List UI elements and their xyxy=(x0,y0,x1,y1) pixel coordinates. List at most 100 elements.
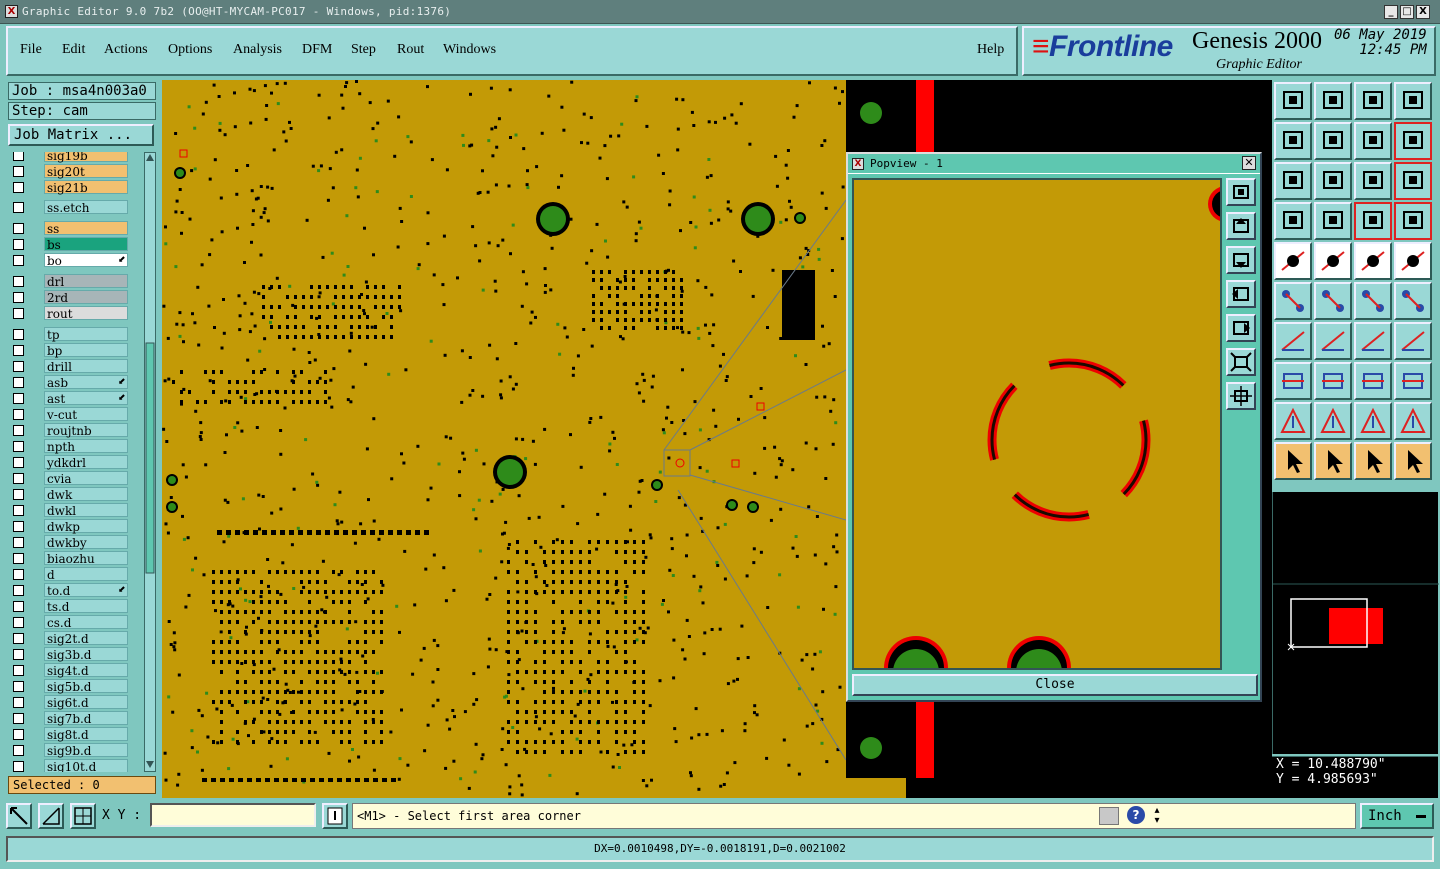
layer-row[interactable]: cs.d xyxy=(8,615,144,630)
layer-checkbox[interactable] xyxy=(13,152,24,161)
layer-checkbox[interactable] xyxy=(13,457,24,468)
layer-name[interactable]: bo xyxy=(44,253,128,268)
layer-checkbox[interactable] xyxy=(13,473,24,484)
grid-icon[interactable] xyxy=(70,803,96,829)
layer-row[interactable]: ydkdrl xyxy=(8,455,144,470)
pan-right-icon[interactable] xyxy=(1314,122,1352,160)
pop-pan-right-icon[interactable] xyxy=(1226,314,1256,342)
edit-node-icon[interactable] xyxy=(1394,282,1432,320)
menu-windows[interactable]: Windows xyxy=(443,42,496,58)
delete-icon[interactable] xyxy=(1314,282,1352,320)
layer-checkbox[interactable] xyxy=(13,537,24,548)
layer-row[interactable]: dwk xyxy=(8,487,144,502)
popview-close-x[interactable]: ✕ xyxy=(1242,156,1256,170)
layer-checkbox[interactable] xyxy=(13,745,24,756)
ruler-icon[interactable] xyxy=(1354,242,1392,280)
layer-row[interactable]: tp xyxy=(8,327,144,342)
connect-icon[interactable] xyxy=(1354,202,1392,240)
layer-name[interactable]: cvia xyxy=(44,471,128,486)
layer-name[interactable]: 2rd xyxy=(44,290,128,305)
select-polygon-icon[interactable] xyxy=(1394,442,1432,480)
pan-left-icon[interactable] xyxy=(1274,122,1312,160)
layer-checkbox[interactable] xyxy=(13,409,24,420)
layer-row[interactable]: ss xyxy=(8,221,144,236)
layer-row[interactable]: sig5b.d xyxy=(8,679,144,694)
add-shape-icon[interactable] xyxy=(1314,242,1352,280)
menu-options[interactable]: Options xyxy=(168,42,212,58)
layer-checkbox[interactable] xyxy=(13,345,24,356)
arc-icon[interactable] xyxy=(1354,322,1392,360)
layer-row[interactable]: sig3b.d xyxy=(8,647,144,662)
layer-row[interactable]: ast ⬋ xyxy=(8,391,144,406)
snap-pad-icon[interactable] xyxy=(1314,202,1352,240)
line-angle-icon[interactable] xyxy=(1274,322,1312,360)
layer-name[interactable]: bp xyxy=(44,343,128,358)
layer-row[interactable]: sig20t xyxy=(8,164,144,179)
layer-checkbox[interactable] xyxy=(13,729,24,740)
net-icon[interactable] xyxy=(1274,282,1312,320)
layer-name[interactable]: sig20t xyxy=(44,164,128,179)
layer-name[interactable]: dwkp xyxy=(44,519,128,534)
layer-checkbox[interactable] xyxy=(13,441,24,452)
pop-zoom-up-icon[interactable] xyxy=(1226,212,1256,240)
layer-row[interactable]: bo ⬋ xyxy=(8,253,144,268)
layer-row[interactable]: to.d ⬋ xyxy=(8,583,144,598)
layer-row[interactable]: bs xyxy=(8,237,144,252)
layer-checkbox[interactable] xyxy=(13,393,24,404)
layer-checkbox[interactable] xyxy=(13,617,24,628)
layer-name[interactable]: bs xyxy=(44,237,128,252)
pop-zoom-out-icon[interactable] xyxy=(1226,348,1256,376)
layer-name[interactable]: ast xyxy=(44,391,128,406)
triangle-add-icon[interactable] xyxy=(1274,402,1312,440)
menu-file[interactable]: File xyxy=(20,42,42,58)
layer-name[interactable]: to.d xyxy=(44,583,128,598)
zoom-fit-icon[interactable] xyxy=(1354,82,1392,120)
layer-row[interactable]: sig8t.d xyxy=(8,727,144,742)
maximize-button[interactable]: □ xyxy=(1400,5,1414,19)
layer-checkbox[interactable] xyxy=(13,223,24,234)
graphics-canvas[interactable] xyxy=(162,80,846,798)
layer-checkbox[interactable] xyxy=(13,361,24,372)
layer-name[interactable]: sig3b.d xyxy=(44,647,128,662)
zoom-in-icon[interactable] xyxy=(1314,162,1352,200)
zoom-home-icon[interactable] xyxy=(1274,82,1312,120)
layer-checkbox[interactable] xyxy=(13,377,24,388)
layer-name[interactable]: drl xyxy=(44,274,128,289)
add-circle-icon[interactable] xyxy=(1394,242,1432,280)
layer-row[interactable]: roujtnb xyxy=(8,423,144,438)
menu-rout[interactable]: Rout xyxy=(397,42,424,58)
layer-row[interactable]: sig7b.d xyxy=(8,711,144,726)
layer-name[interactable]: ts.d xyxy=(44,599,128,614)
layer-checkbox[interactable] xyxy=(13,276,24,287)
select-net-icon[interactable] xyxy=(1314,442,1352,480)
copy-icon[interactable] xyxy=(1274,362,1312,400)
layer-checkbox[interactable] xyxy=(13,308,24,319)
layer-row[interactable]: rout xyxy=(8,306,144,321)
layer-checkbox[interactable] xyxy=(13,553,24,564)
close-window-button[interactable]: X xyxy=(1416,5,1430,19)
layer-checkbox[interactable] xyxy=(13,489,24,500)
layer-row[interactable]: ss.etch xyxy=(8,200,144,215)
layer-checkbox[interactable] xyxy=(13,697,24,708)
layer-name[interactable]: rout xyxy=(44,306,128,321)
layer-name[interactable]: sig4t.d xyxy=(44,663,128,678)
menu-edit[interactable]: Edit xyxy=(62,42,85,58)
layer-checkbox[interactable] xyxy=(13,182,24,193)
layer-checkbox[interactable] xyxy=(13,202,24,213)
help-question-icon[interactable]: ? xyxy=(1127,806,1145,824)
layer-name[interactable]: dwkl xyxy=(44,503,128,518)
layer-name[interactable]: sig21b xyxy=(44,180,128,195)
layer-checkbox[interactable] xyxy=(13,649,24,660)
layer-checkbox[interactable] xyxy=(13,633,24,644)
menu-dfm[interactable]: DFM xyxy=(302,42,332,58)
title-bar[interactable]: X Graphic Editor 9.0 7b2 (OO@HT-MYCAM-PC… xyxy=(0,0,1440,24)
layer-row[interactable]: drill xyxy=(8,359,144,374)
layer-row[interactable]: cvia xyxy=(8,471,144,486)
layer-row[interactable]: drl xyxy=(8,274,144,289)
layer-name[interactable]: ss xyxy=(44,221,128,236)
cut-line-icon[interactable] xyxy=(1314,362,1352,400)
layer-checkbox[interactable] xyxy=(13,329,24,340)
layer-checkbox[interactable] xyxy=(13,239,24,250)
popview-close-button[interactable]: Close xyxy=(852,674,1258,696)
pop-zoom-down-icon[interactable] xyxy=(1226,246,1256,274)
